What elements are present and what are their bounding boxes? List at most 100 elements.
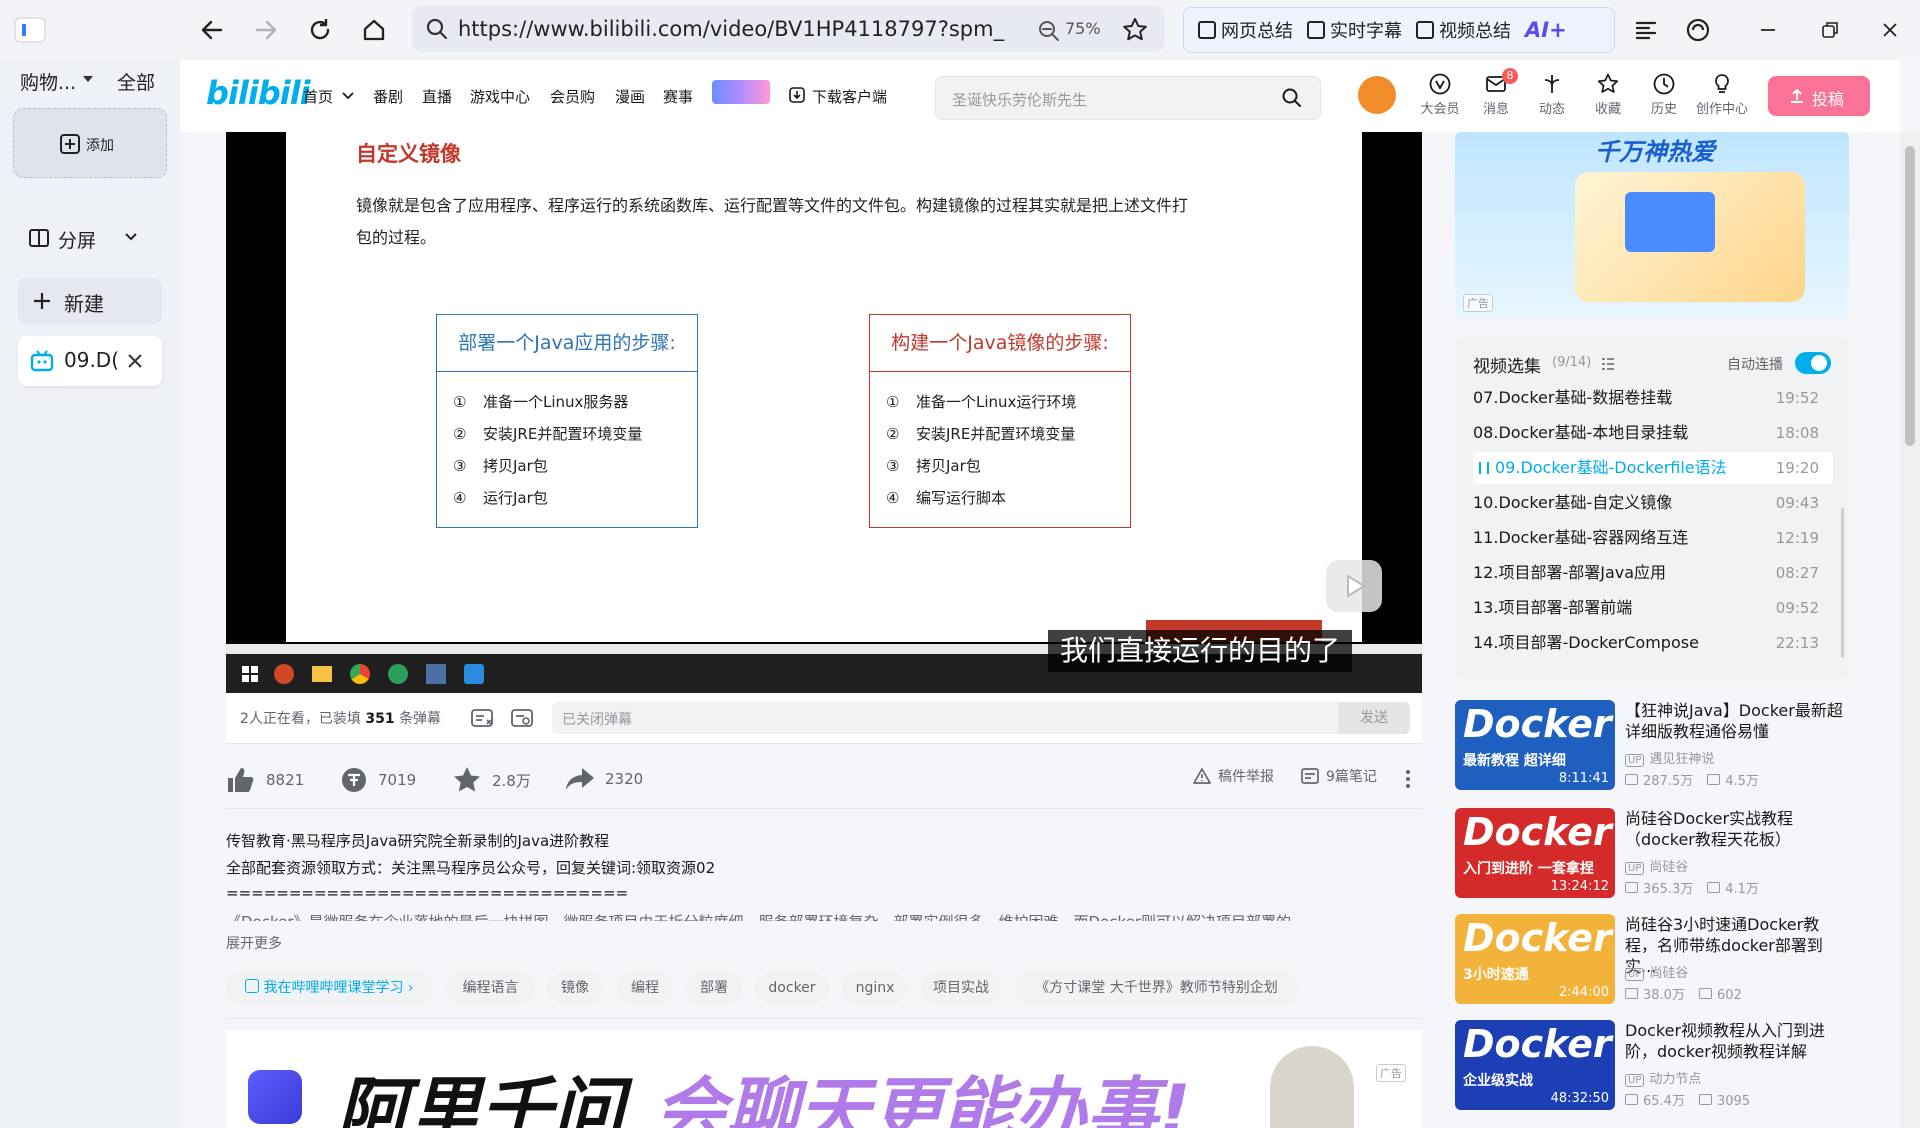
tag-item[interactable]: 编程 [617, 972, 673, 1004]
recommended-video[interactable]: Docker 3小时速通 2:44:00 尚硅谷3小时速通Docker教程，名师带练d… [1455, 914, 1849, 1010]
danmaku-settings-icon[interactable] [510, 706, 534, 730]
uploader-row[interactable]: UP 尚硅谷 [1625, 962, 1688, 981]
uploader-row[interactable]: UP 遇见狂神说 [1625, 748, 1714, 767]
tag-course[interactable]: 我在哔哩哔哩课堂学习 › [226, 972, 433, 1004]
page-scrollbar[interactable] [1900, 132, 1920, 1128]
video-thumbnail[interactable]: Docker 最新教程 超详细 8:11:41 [1455, 700, 1615, 790]
close-window-icon[interactable] [1872, 12, 1908, 48]
uploader-row[interactable]: UP 尚硅谷 [1625, 856, 1688, 875]
all-tab[interactable]: 全部 [117, 68, 155, 95]
reader-mode-icon[interactable] [1628, 12, 1664, 48]
history-button[interactable]: 历史 [1636, 72, 1692, 117]
expand-more-link[interactable]: 展开更多 [226, 933, 282, 953]
minimize-icon[interactable] [1750, 12, 1786, 48]
tag-item[interactable]: 部署 [686, 972, 742, 1004]
playlist-item[interactable]: 09.Docker基础-Dockerfile语法 19:20 [1473, 452, 1833, 484]
send-danmaku-button[interactable]: 发送 [1338, 702, 1410, 734]
video-summary-button[interactable]: 视频总结 [1416, 17, 1511, 43]
caret-down-icon[interactable] [82, 74, 94, 84]
share-button[interactable]: 2320 [565, 766, 643, 792]
nav-home[interactable]: 首页 [303, 86, 333, 107]
recommended-video[interactable]: Docker 企业级实战 48:32:50 Docker视频教程从入门到进阶，dock… [1455, 1020, 1849, 1116]
right-ad-banner[interactable]: 千万神热爱 广告 [1455, 132, 1849, 318]
play-overlay-icon[interactable] [1326, 560, 1382, 612]
nav-download-client[interactable]: 下载客户端 [812, 86, 887, 107]
forward-arrow-icon[interactable] [248, 12, 284, 48]
notes-button[interactable]: 9篇笔记 [1300, 766, 1377, 786]
favorites-button[interactable]: 收藏 [1580, 72, 1636, 117]
danmaku-input[interactable]: 已关闭弹幕 [552, 702, 1384, 734]
recommended-video-title[interactable]: Docker视频教程从入门到进阶，docker视频教程详解 [1625, 1020, 1849, 1062]
video-thumbnail[interactable]: Docker 企业级实战 48:32:50 [1455, 1020, 1615, 1110]
nav-game-center[interactable]: 游戏中心 [470, 86, 530, 107]
zoom-icon[interactable] [1038, 20, 1060, 42]
tag-item[interactable]: 镜像 [547, 972, 603, 1004]
report-button[interactable]: 稿件举报 [1192, 766, 1274, 786]
list-view-icon[interactable] [1600, 356, 1616, 372]
bilibili-logo[interactable]: bilibili [206, 74, 311, 112]
uploader-row[interactable]: UP 动力节点 [1625, 1068, 1701, 1087]
tag-item[interactable]: 《方寸课堂 大千世界》教师节特别企划 [1015, 972, 1298, 1004]
tag-item[interactable]: 项目实战 [921, 972, 1001, 1004]
search-icon[interactable] [1282, 88, 1302, 108]
creator-center-button[interactable]: 创作中心 [1694, 72, 1750, 117]
back-arrow-icon[interactable] [194, 12, 230, 48]
vip-button[interactable]: 大会员 [1412, 72, 1468, 117]
coin-button[interactable]: 7019 [340, 766, 416, 794]
playlist-item[interactable]: 11.Docker基础-容器网络互连 12:19 [1473, 522, 1833, 554]
playlist-scrollbar[interactable] [1841, 508, 1844, 658]
zoom-level[interactable]: 75% [1065, 19, 1101, 38]
upload-button[interactable]: 投稿 [1768, 76, 1870, 116]
video-player[interactable]: 自定义镜像 镜像就是包含了应用程序、程序运行的系统函数库、运行配置等文件的文件包… [226, 132, 1422, 693]
playlist-item[interactable]: 13.项目部署-部署前端 09:52 [1473, 592, 1833, 624]
tag-item[interactable]: 编程语言 [446, 972, 535, 1004]
close-tab-icon[interactable] [126, 352, 144, 370]
bookmark-star-icon[interactable] [1122, 17, 1148, 43]
page-summary-button[interactable]: 网页总结 [1198, 17, 1293, 43]
address-bar[interactable]: https://www.bilibili.com/video/BV1HP4118… [412, 6, 1165, 52]
new-tab-button[interactable]: 新建 [18, 278, 162, 324]
extension-icon[interactable] [1680, 12, 1716, 48]
nav-anime[interactable]: 番剧 [373, 86, 403, 107]
favorite-button[interactable]: 2.8万 [452, 766, 531, 794]
autoplay-toggle[interactable] [1795, 352, 1831, 374]
video-thumbnail[interactable]: Docker 3小时速通 2:44:00 [1455, 914, 1615, 1004]
ai-plus-button[interactable]: AI+ [1525, 18, 1567, 42]
nav-live[interactable]: 直播 [422, 86, 452, 107]
chevron-down-icon[interactable] [124, 232, 138, 242]
nav-member-shop[interactable]: 会员购 [550, 86, 595, 107]
more-options-icon[interactable] [1404, 768, 1412, 790]
url-text[interactable]: https://www.bilibili.com/video/BV1HP4118… [458, 17, 1004, 41]
split-screen-icon[interactable] [28, 227, 50, 249]
reload-icon[interactable] [302, 12, 338, 48]
shopping-tab[interactable]: 购物... [20, 68, 76, 95]
recommended-video[interactable]: Docker 最新教程 超详细 8:11:41 【狂神说Java】Docker最新超详… [1455, 700, 1849, 796]
browser-tab-item[interactable]: 09.D( [18, 336, 162, 386]
nav-comic[interactable]: 漫画 [615, 86, 645, 107]
playlist-item[interactable]: 08.Docker基础-本地目录挂载 18:08 [1473, 417, 1833, 449]
tag-item[interactable]: docker [755, 972, 829, 1004]
add-button[interactable]: 添加 [13, 108, 167, 178]
messages-button[interactable]: 消息 8 [1468, 68, 1524, 117]
dynamics-button[interactable]: 动态 [1524, 72, 1580, 117]
home-icon[interactable] [356, 12, 392, 48]
live-caption-button[interactable]: 实时字幕 [1307, 17, 1402, 43]
chevron-down-icon[interactable] [342, 92, 354, 100]
tag-item[interactable]: nginx [842, 972, 908, 1004]
playlist-item[interactable]: 14.项目部署-DockerCompose 22:13 [1473, 627, 1833, 659]
playlist-item[interactable]: 12.项目部署-部署Java应用 08:27 [1473, 557, 1833, 589]
split-screen-label[interactable]: 分屏 [58, 226, 96, 253]
restore-icon[interactable] [1812, 12, 1848, 48]
recommended-video-title[interactable]: 尚硅谷Docker实战教程（docker教程天花板） [1625, 808, 1849, 850]
event-banner-icon[interactable] [712, 80, 770, 104]
search-input[interactable]: 圣诞快乐劳伦斯先生 [935, 76, 1321, 120]
recommended-video-title[interactable]: 【狂神说Java】Docker最新超详细版教程通俗易懂 [1625, 700, 1849, 742]
avatar[interactable] [1358, 76, 1396, 114]
recommended-video[interactable]: Docker 入门到进阶 一套拿捏 13:24:12 尚硅谷Docker实战教程（do… [1455, 808, 1849, 904]
like-button[interactable]: 8821 [226, 766, 304, 794]
nav-esports[interactable]: 赛事 [663, 86, 693, 107]
video-thumbnail[interactable]: Docker 入门到进阶 一套拿捏 13:24:12 [1455, 808, 1615, 898]
ad-banner[interactable]: 阿里千问 会聊天更能办事! 广告 [226, 1030, 1422, 1128]
danmaku-toggle-icon[interactable] [470, 706, 494, 730]
playlist-item[interactable]: 07.Docker基础-数据卷挂载 19:52 [1473, 382, 1833, 414]
